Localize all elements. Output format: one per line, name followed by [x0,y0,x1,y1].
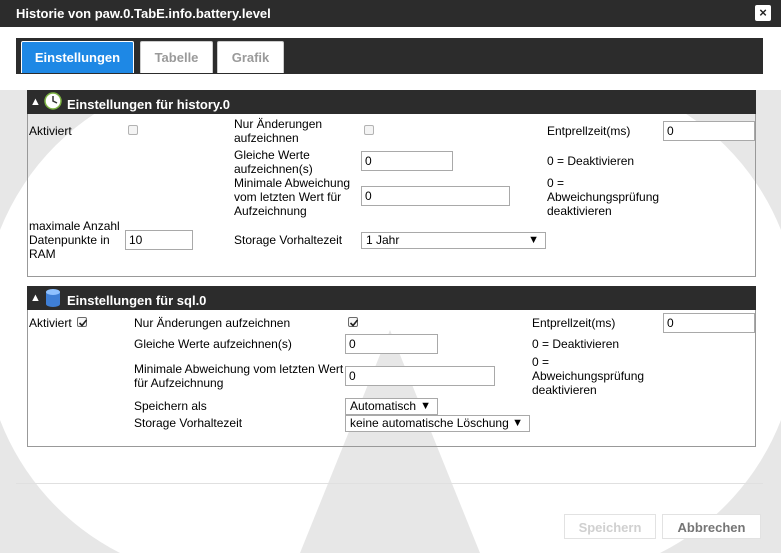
sql-min-dev-hint-2: Abweichungsprüfung [532,369,645,383]
history-max-points-label-1: maximale Anzahl [29,219,120,233]
collapse-arrow-icon[interactable]: ▲ [30,292,41,304]
sql-changes-only-label: Nur Änderungen aufzeichnen [134,316,291,330]
dropdown-arrow-icon: ▼ [420,400,431,412]
sql-min-dev-hint-3: deaktivieren [532,383,597,397]
sql-retention-label: Storage Vorhaltezeit [134,416,243,430]
sql-debounce-input[interactable] [663,313,755,333]
sql-min-dev-hint-1: 0 = [532,355,550,369]
history-enabled-label: Aktiviert [29,124,72,138]
history-dialog: Historie von paw.0.TabE.info.battery.lev… [0,0,781,553]
history-debounce-input[interactable] [663,121,755,141]
sql-retention-value: keine automatische Löschung [350,416,509,430]
sql-panel-title: Einstellungen für sql.0 [67,293,207,308]
cancel-button[interactable]: Abbrechen [662,514,761,539]
history-max-points-input[interactable] [125,230,193,250]
sql-store-as-label: Speichern als [134,399,207,413]
history-settings-panel: ▲ Einstellungen für history.0 Aktiviert … [27,90,756,277]
save-button[interactable]: Speichern [564,514,656,539]
history-retention-value: 1 Jahr [366,233,400,247]
sql-panel-body: Aktiviert Nur Änderungen aufzeichnen Ent… [27,310,756,447]
sql-panel-header[interactable]: ▲ Einstellungen für sql.0 [27,286,756,310]
history-min-dev-hint-1: 0 = [547,176,565,190]
tab-tabelle[interactable]: Tabelle [140,41,213,73]
history-max-points-label-2: Datenpunkte in [29,233,110,247]
history-max-points-label-3: RAM [29,247,56,261]
history-min-dev-label-2: vom letzten Wert für [234,190,342,204]
history-same-values-hint: 0 = Deaktivieren [547,154,635,168]
tab-einstellungen[interactable]: Einstellungen [21,41,134,73]
history-min-dev-input[interactable] [361,186,510,206]
history-debounce-label: Entprellzeit(ms) [547,124,631,138]
sql-same-values-input[interactable] [345,334,438,354]
history-changes-only-checkbox[interactable] [364,125,374,135]
sql-store-as-value: Automatisch [350,399,417,413]
history-panel-body: Aktiviert Nur Änderungen aufzeichnen Ent… [27,114,756,277]
clock-icon [44,92,62,113]
history-min-dev-hint-2: Abweichungsprüfung [547,190,660,204]
sql-debounce-label: Entprellzeit(ms) [532,316,616,330]
history-retention-select[interactable]: 1 Jahr ▼ [361,232,546,249]
history-min-dev-label-3: Aufzeichnung [234,204,307,218]
sql-min-dev-label-1: Minimale Abweichung vom letzten Wert [134,362,344,376]
tab-bar: Einstellungen Tabelle Grafik [16,38,763,74]
sql-store-as-select[interactable]: Automatisch ▼ [345,398,438,415]
sql-same-values-hint: 0 = Deaktivieren [532,337,620,351]
dialog-titlebar: Historie von paw.0.TabE.info.battery.lev… [0,0,781,27]
dialog-title: Historie von paw.0.TabE.info.battery.lev… [16,6,271,21]
collapse-arrow-icon[interactable]: ▲ [30,96,41,108]
close-icon: × [759,5,767,20]
history-min-dev-hint-3: deaktivieren [547,204,612,218]
sql-changes-only-checkbox[interactable] [348,317,359,327]
history-panel-title: Einstellungen für history.0 [67,97,231,112]
history-min-dev-label-1: Minimale Abweichung [234,176,351,190]
tab-grafik[interactable]: Grafik [217,41,284,73]
dropdown-arrow-icon: ▼ [512,417,523,429]
history-same-values-input[interactable] [361,151,453,171]
history-panel-header[interactable]: ▲ Einstellungen für history.0 [27,90,756,114]
sql-settings-panel: ▲ Einstellungen für sql.0 Aktiviert Nur … [27,286,756,447]
history-same-values-label-2: aufzeichnen(s) [234,162,313,176]
database-icon [44,288,62,311]
history-same-values-label-1: Gleiche Werte [234,148,310,162]
history-changes-only-label-2: aufzeichnen [234,131,299,145]
history-changes-only-label-1: Nur Änderungen [234,117,323,131]
sql-retention-select[interactable]: keine automatische Löschung ▼ [345,415,530,432]
sql-min-dev-input[interactable] [345,366,495,386]
content-divider [16,483,763,484]
sql-enabled-checkbox[interactable] [77,317,88,327]
dropdown-arrow-icon: ▼ [528,234,539,246]
sql-same-values-label: Gleiche Werte aufzeichnen(s) [134,337,292,351]
sql-min-dev-label-2: für Aufzeichnung [134,376,224,390]
close-button[interactable]: × [755,5,771,21]
history-enabled-checkbox[interactable] [128,125,138,135]
history-retention-label: Storage Vorhaltezeit [234,233,343,247]
sql-enabled-label: Aktiviert [29,316,72,330]
